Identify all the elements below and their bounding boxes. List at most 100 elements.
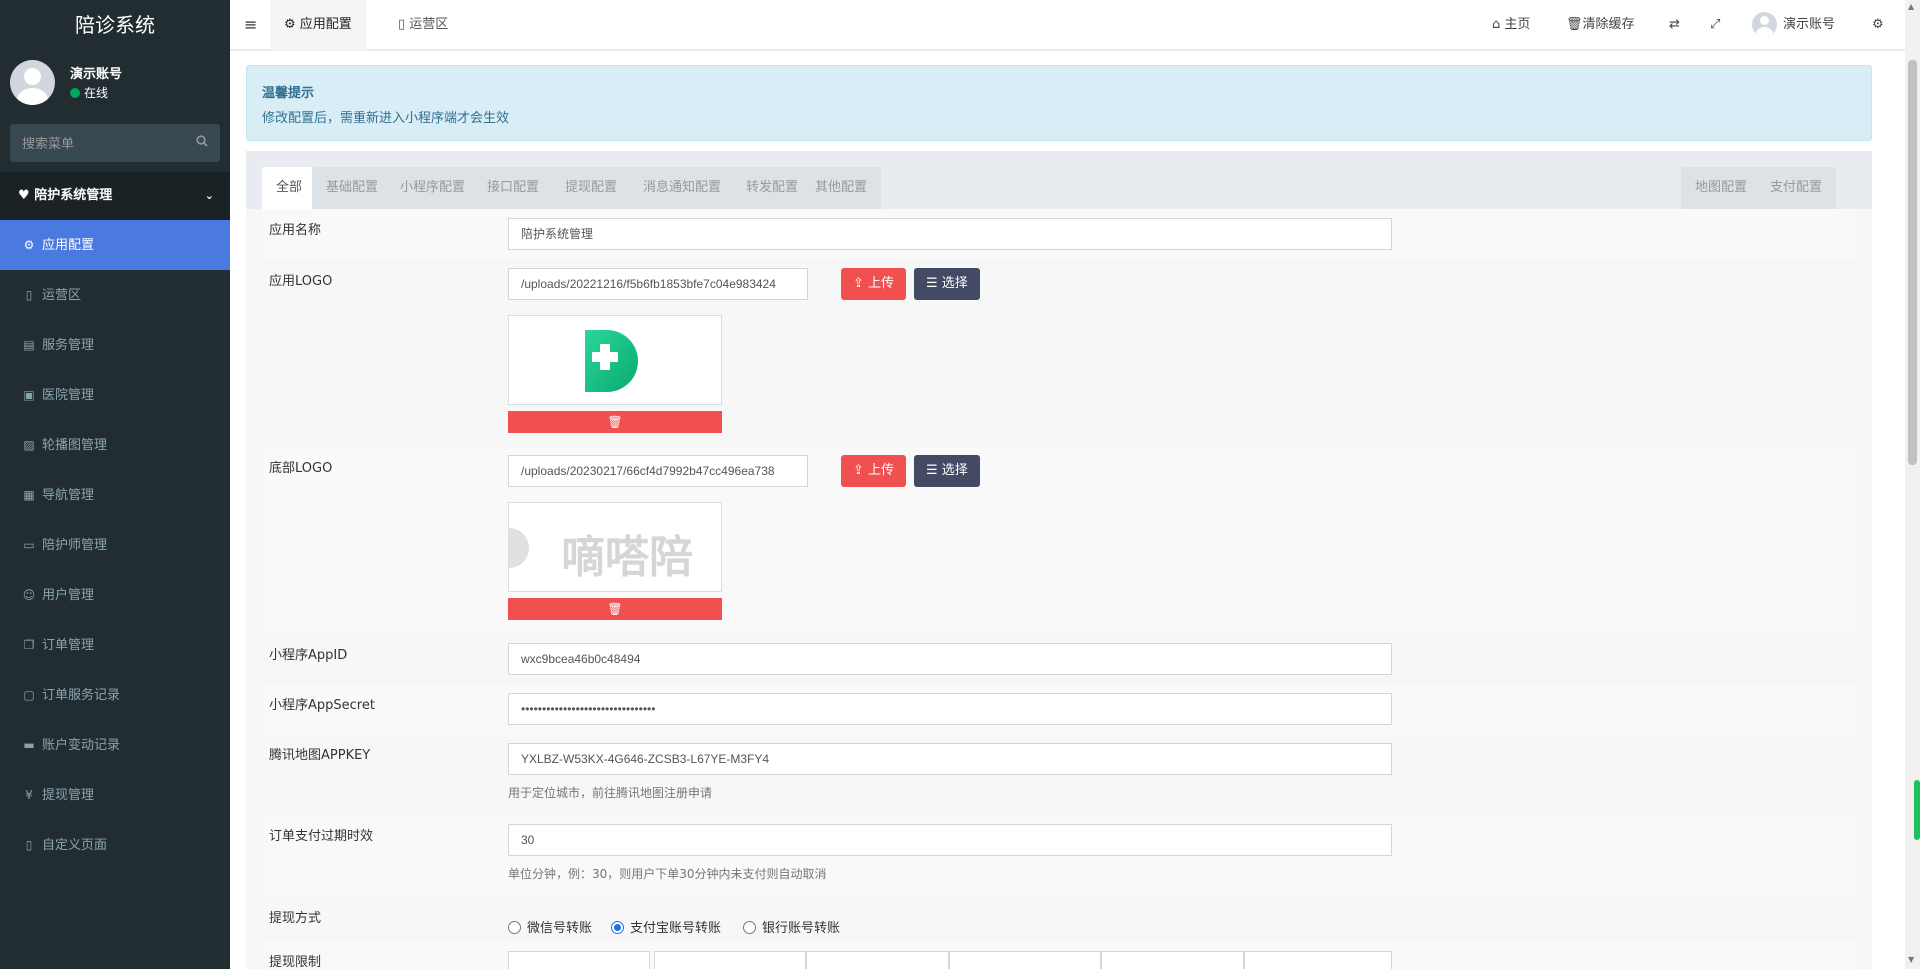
search-input[interactable] — [10, 124, 220, 162]
home-link[interactable]: ⌂ 主页 — [1492, 0, 1530, 50]
fullscreen-icon[interactable]: ⤢ — [1710, 0, 1720, 50]
scrollbar-thumb[interactable] — [1908, 60, 1917, 465]
app-logo-path-input[interactable]: /uploads/20221216/f5b6fb1853bfe7c04e9834… — [508, 268, 808, 300]
sidebar-item[interactable]: ❐ 订单管理 — [0, 620, 230, 670]
config-tab[interactable]: 转发配置 — [732, 167, 813, 209]
config-tab[interactable]: 接口配置 — [473, 167, 554, 209]
tab-app-config[interactable]: ⚙ 应用配置 — [270, 0, 366, 50]
limit-input-1[interactable] — [508, 951, 650, 969]
sidebar-item-label: 提现管理 — [42, 788, 95, 803]
appid-input[interactable]: wxc9bcea46b0c48494 — [508, 643, 1392, 675]
sidebar-item[interactable]: ▢ 订单服务记录 — [0, 670, 230, 720]
radio-circle — [611, 921, 624, 934]
id-card-icon: ▭ — [23, 538, 35, 552]
sidebar-item[interactable]: ▤ 服务管理 — [0, 320, 230, 370]
sidebar-group-header[interactable]: ♥ 陪护系统管理 ⌄ — [0, 172, 230, 220]
file-icon: ▯ — [25, 838, 33, 852]
expire-input[interactable]: 30 — [508, 824, 1392, 856]
footer-logo-mark — [509, 528, 529, 568]
radio-bank[interactable]: 银行账号转账 — [743, 917, 840, 936]
notice-title: 温馨提示 — [262, 86, 315, 101]
limit-input-5[interactable] — [1101, 951, 1244, 969]
sidebar-item[interactable]: ▯ 自定义页面 — [0, 820, 230, 870]
field-label: 小程序AppID — [269, 648, 348, 663]
upload-button[interactable]: ⇪ 上传 — [841, 455, 907, 487]
limit-input-4[interactable] — [949, 951, 1101, 969]
map-icon: ▯ — [398, 17, 406, 32]
translate-icon[interactable]: ⇄ — [1669, 0, 1680, 50]
appsecret-input[interactable]: •••••••••••••••••••••••••••••••• — [508, 693, 1392, 725]
scroll-up-icon[interactable]: ▲ — [1908, 2, 1914, 11]
sidebar-item-label: 账户变动记录 — [42, 738, 121, 753]
app-logo-title[interactable]: 陪诊系统 — [0, 0, 230, 50]
config-tabbar: 全部 基础配置 小程序配置 接口配置 提现配置 消息通知配置 转发配置 其他配置 地图配置 支付配… — [246, 151, 1872, 209]
map-key-input[interactable]: YXLBZ-W53KX-4G646-ZCSB3-L67YE-M3FY4 — [508, 743, 1392, 775]
radio-wechat[interactable]: 微信号转账 — [508, 917, 592, 936]
delete-footer-logo-button[interactable]: 🗑 — [508, 598, 722, 620]
tab-label: 运营区 — [409, 17, 449, 32]
tab-operating-area[interactable]: ▯ 运营区 — [384, 0, 462, 50]
limit-input-6[interactable] — [1244, 951, 1392, 969]
scroll-down-icon[interactable]: ▼ — [1908, 955, 1914, 964]
yen-icon: ¥ — [25, 788, 33, 802]
sidebar-item[interactable]: ▨ 轮播图管理 — [0, 420, 230, 470]
select-label: 选择 — [941, 276, 968, 291]
config-tab[interactable]: 基础配置 — [312, 167, 393, 209]
user-panel: 演示账号 在线 — [0, 50, 230, 114]
sidebar-item[interactable]: ▣ 医院管理 — [0, 370, 230, 420]
menu-toggle-icon[interactable]: ≡ — [244, 15, 257, 34]
sidebar-search — [10, 124, 220, 162]
field-label: 底部LOGO — [269, 461, 333, 476]
settings-icon[interactable]: ⚙ — [1872, 0, 1884, 50]
upload-button[interactable]: ⇪ 上传 — [841, 268, 907, 300]
main-content: 温馨提示 修改配置后，需重新进入小程序端才会生效 全部 基础配置 小程序配置 接口配置… — [230, 51, 1905, 969]
card-icon: ▬ — [23, 738, 35, 752]
user-name: 演示账号 — [70, 67, 123, 82]
radio-alipay[interactable]: 支付宝账号转账 — [611, 917, 721, 936]
config-tab[interactable]: 提现配置 — [551, 167, 632, 209]
form-row-appid: 小程序AppID wxc9bcea46b0c48494 — [262, 634, 1856, 684]
header-user-menu[interactable]: 演示账号 — [1752, 0, 1835, 50]
app-name-input[interactable]: 陪护系统管理 — [508, 218, 1392, 250]
delete-app-logo-button[interactable]: 🗑 — [508, 411, 722, 433]
upload-icon: ⇪ — [853, 463, 864, 478]
form-row-withdraw-limit: 提现限制 — [262, 941, 1856, 969]
app-logo-image — [585, 330, 638, 392]
heartbeat-icon: ♥ — [18, 188, 30, 203]
form-row-app-logo: 应用LOGO /uploads/20221216/f5b6fb1853bfe7c… — [262, 260, 1856, 447]
sidebar-item[interactable]: ▬ 账户变动记录 — [0, 720, 230, 770]
sidebar-item-label: 订单服务记录 — [42, 688, 121, 703]
sidebar-item[interactable]: ▭ 陪护师管理 — [0, 520, 230, 570]
config-tab[interactable]: 小程序配置 — [386, 167, 480, 209]
config-tab[interactable]: 消息通知配置 — [629, 167, 736, 209]
trash-icon: 🗑 — [1566, 17, 1583, 32]
select-button[interactable]: ☰ 选择 — [914, 455, 980, 487]
sidebar-item-label: 轮播图管理 — [42, 438, 108, 453]
sidebar-item[interactable]: ☺ 用户管理 — [0, 570, 230, 620]
sidebar-item[interactable]: ⚙ 应用配置 — [0, 220, 230, 270]
clear-cache-button[interactable]: 🗑清除缓存 — [1566, 0, 1635, 50]
footer-logo-path-input[interactable]: /uploads/20230217/66cf4d7992b47cc496ea73… — [508, 455, 808, 487]
limit-input-3[interactable] — [806, 951, 949, 969]
limit-input-2[interactable] — [654, 951, 806, 969]
config-tab[interactable]: 其他配置 — [801, 167, 882, 209]
sidebar-item-label: 运营区 — [42, 288, 82, 303]
field-label: 腾讯地图APPKEY — [269, 748, 371, 763]
expire-help: 单位分钟，例：30，则用户下单30分钟内未支付则自动取消 — [508, 867, 827, 881]
map-key-help: 用于定位城市，前往腾讯地图注册申请 — [508, 786, 713, 800]
search-icon[interactable] — [196, 135, 208, 151]
sidebar-item-label: 导航管理 — [42, 488, 95, 503]
config-tab[interactable]: 支付配置 — [1756, 167, 1837, 209]
clipboard-icon: ▣ — [23, 388, 35, 402]
notice-body: 修改配置后，需重新进入小程序端才会生效 — [262, 111, 510, 126]
config-tab[interactable]: 地图配置 — [1681, 167, 1762, 209]
config-tab[interactable]: 全部 — [262, 167, 317, 209]
sidebar-item[interactable]: ¥ 提现管理 — [0, 770, 230, 820]
sidebar-item[interactable]: ▦ 导航管理 — [0, 470, 230, 520]
select-button[interactable]: ☰ 选择 — [914, 268, 980, 300]
trash-icon: 🗑 — [607, 415, 623, 429]
form-row-expire: 订单支付过期时效 30 单位分钟，例：30，则用户下单30分钟内未支付则自动取消 — [262, 815, 1856, 897]
field-label: 应用名称 — [269, 223, 322, 238]
sidebar-item-label: 服务管理 — [42, 338, 95, 353]
sidebar-item[interactable]: ▯ 运营区 — [0, 270, 230, 320]
